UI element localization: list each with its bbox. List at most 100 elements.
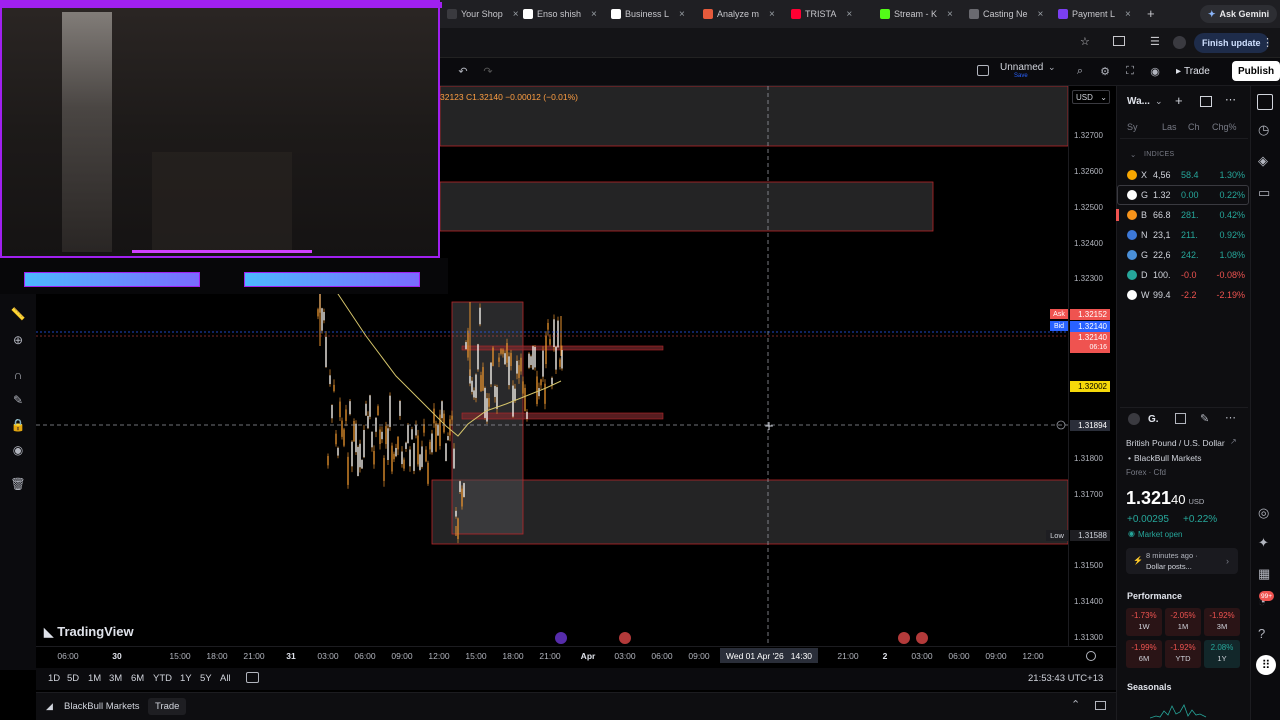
- watchlist-row[interactable]: N 23,1 211. 0.92%: [1118, 226, 1248, 244]
- currency-selector[interactable]: USD ⌄: [1072, 90, 1110, 104]
- close-icon[interactable]: ×: [591, 9, 597, 20]
- range-button[interactable]: All: [220, 673, 231, 684]
- help-icon[interactable]: ?: [1258, 626, 1265, 641]
- performance-cell[interactable]: -1.99% 6M: [1126, 640, 1162, 668]
- close-icon[interactable]: ×: [846, 9, 852, 20]
- range-button[interactable]: 1D: [48, 673, 60, 684]
- instrument-name[interactable]: British Pound / U.S. Dollar: [1126, 438, 1225, 448]
- target-icon[interactable]: ◎: [1258, 505, 1269, 521]
- performance-cell[interactable]: -1.92% 3M: [1204, 608, 1240, 636]
- watchlist-row[interactable]: G 1.32 0.00 0.22%: [1118, 186, 1248, 204]
- advanced-view-icon[interactable]: [1200, 96, 1212, 107]
- performance-cell[interactable]: 2.08% 1Y: [1204, 640, 1240, 668]
- zone-rectangle[interactable]: [431, 479, 1068, 545]
- watchlist-section[interactable]: INDICES: [1144, 151, 1175, 158]
- star-icon[interactable]: ☆: [1080, 35, 1090, 48]
- grid-icon[interactable]: [1175, 413, 1186, 424]
- alerts-clock-icon[interactable]: ◷: [1258, 122, 1269, 138]
- redo-icon[interactable]: ↷: [480, 63, 496, 79]
- us-flag-icon[interactable]: [619, 632, 631, 644]
- close-icon[interactable]: ×: [679, 9, 685, 20]
- screen-share-icon[interactable]: [1113, 36, 1125, 46]
- auto-scale-icon[interactable]: [1086, 651, 1096, 661]
- browser-tab[interactable]: Analyze m ×: [703, 4, 775, 24]
- finish-update-button[interactable]: Finish update: [1194, 33, 1269, 53]
- range-button[interactable]: 3M: [109, 673, 122, 684]
- browser-tab[interactable]: Business L ×: [611, 4, 685, 24]
- column-change-pct[interactable]: Chg%: [1212, 122, 1237, 132]
- camera-icon[interactable]: ◉: [1147, 63, 1163, 79]
- magnet-icon[interactable]: ∩: [9, 366, 27, 384]
- layers-icon[interactable]: ◈: [1258, 153, 1268, 169]
- watchlist-icon[interactable]: [1257, 94, 1273, 110]
- close-icon[interactable]: ×: [1038, 9, 1044, 20]
- add-symbol-icon[interactable]: +: [1175, 93, 1183, 108]
- pencil-icon[interactable]: ✎: [9, 391, 27, 409]
- external-link-icon[interactable]: ↗: [1230, 437, 1237, 446]
- range-button[interactable]: 1M: [88, 673, 101, 684]
- chat-icon[interactable]: ▭: [1258, 185, 1270, 201]
- watchlist-row[interactable]: B 66.8 281. 0.42%: [1118, 206, 1248, 224]
- more-icon[interactable]: ⋯: [1225, 93, 1236, 106]
- close-icon[interactable]: ×: [513, 9, 519, 20]
- watchlist-row[interactable]: W 99.4 -2.2 -2.19%: [1118, 286, 1248, 304]
- zone-rectangle[interactable]: [439, 181, 934, 232]
- watchlist-row[interactable]: D 100. -0.0 -0.08%: [1118, 266, 1248, 284]
- range-button[interactable]: 5Y: [200, 673, 212, 684]
- bottom-trade-button[interactable]: Trade: [148, 698, 187, 715]
- close-icon[interactable]: ×: [1125, 9, 1131, 20]
- seasonals-title[interactable]: Seasonals: [1127, 682, 1172, 692]
- range-button[interactable]: 6M: [131, 673, 144, 684]
- browser-tab[interactable]: Your Shop ×: [447, 4, 519, 24]
- trash-icon[interactable]: 🗑: [9, 475, 27, 493]
- watchlist-row[interactable]: X 4,56 58.4 1.30%: [1118, 166, 1248, 184]
- undo-icon[interactable]: ↶: [455, 63, 471, 79]
- column-symbol[interactable]: Sy: [1127, 122, 1138, 132]
- browser-menu-icon[interactable]: ⋮: [1262, 36, 1273, 49]
- browser-tab[interactable]: Enso shish ×: [523, 4, 597, 24]
- chevron-up-icon[interactable]: ⌃: [1071, 698, 1080, 711]
- broker-name[interactable]: BlackBull Markets: [64, 701, 140, 712]
- profile-avatar[interactable]: [1173, 36, 1186, 49]
- chevron-down-icon[interactable]: ⌄: [1130, 150, 1136, 159]
- event-marker-icon[interactable]: [555, 632, 567, 644]
- range-button[interactable]: 5D: [67, 673, 79, 684]
- apps-icon[interactable]: ⠿: [1256, 655, 1276, 675]
- eye-icon[interactable]: ◉: [9, 441, 27, 459]
- edit-icon[interactable]: ✎: [1200, 412, 1209, 425]
- browser-tab[interactable]: Casting Ne ×: [969, 4, 1043, 24]
- column-last[interactable]: Las: [1162, 122, 1177, 132]
- media-icon[interactable]: ☰: [1150, 35, 1160, 48]
- lock-icon[interactable]: 🔒: [9, 416, 27, 434]
- watchlist-title[interactable]: Wa...: [1127, 96, 1150, 107]
- performance-cell[interactable]: -1.92% YTD: [1165, 640, 1201, 668]
- close-icon[interactable]: ×: [947, 9, 953, 20]
- trade-button[interactable]: ▸ Trade: [1170, 61, 1216, 81]
- performance-title[interactable]: Performance: [1127, 591, 1182, 601]
- order-block[interactable]: [461, 412, 664, 420]
- clock-label[interactable]: 21:53:43 UTC+13: [1028, 673, 1103, 684]
- us-flag-icon[interactable]: [916, 632, 928, 644]
- maximize-panel-icon[interactable]: [1095, 701, 1106, 710]
- column-change[interactable]: Ch: [1188, 122, 1200, 132]
- order-block[interactable]: [461, 345, 664, 351]
- watchlist-row[interactable]: G 22,6 242. 1.08%: [1118, 246, 1248, 264]
- more-icon[interactable]: ⋯: [1225, 411, 1236, 424]
- fullscreen-icon[interactable]: ⛶: [1122, 63, 1138, 79]
- layout-chevron-icon[interactable]: ⌄: [1048, 62, 1056, 73]
- calendar-icon[interactable]: ▦: [1258, 566, 1270, 582]
- us-flag-icon[interactable]: [898, 632, 910, 644]
- new-tab-button[interactable]: +: [1147, 6, 1155, 21]
- browser-tab[interactable]: Payment L ×: [1058, 4, 1131, 24]
- instrument-broker[interactable]: BlackBull Markets: [1134, 453, 1202, 463]
- range-button[interactable]: 1Y: [180, 673, 192, 684]
- browser-tab[interactable]: Stream - K ×: [880, 4, 953, 24]
- settings-icon[interactable]: ⚙: [1097, 63, 1113, 79]
- publish-button[interactable]: Publish: [1232, 61, 1280, 81]
- performance-cell[interactable]: -2.05% 1M: [1165, 608, 1201, 636]
- close-icon[interactable]: ×: [769, 9, 775, 20]
- chevron-down-icon[interactable]: ⌄: [1155, 96, 1163, 107]
- zoom-in-icon[interactable]: ⊕: [9, 331, 27, 349]
- ask-gemini-button[interactable]: ✦ Ask Gemini: [1200, 5, 1278, 23]
- range-button[interactable]: YTD: [153, 673, 172, 684]
